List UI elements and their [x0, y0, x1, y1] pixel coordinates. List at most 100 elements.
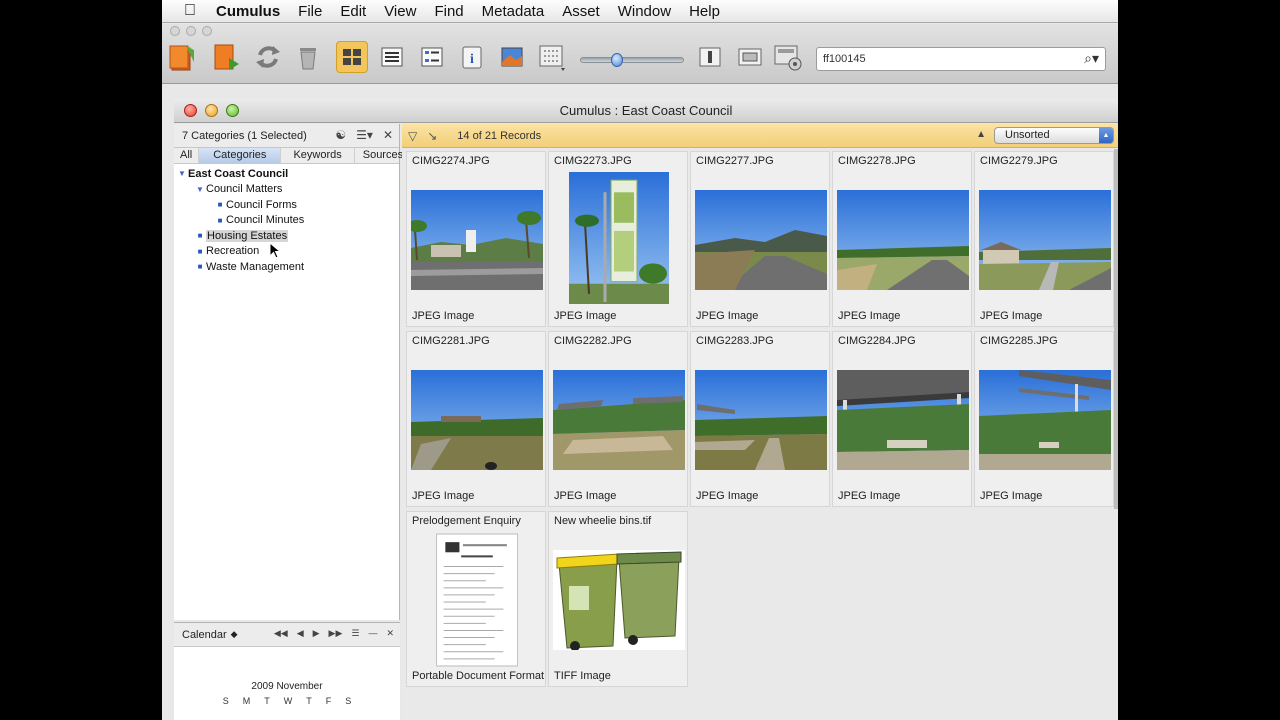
sort-direction-icon[interactable]: ▲ — [976, 129, 986, 140]
disclosure-expanded-icon[interactable]: ▼ — [194, 185, 206, 194]
asset-thumbnail[interactable]: New wheelie bins.tif TIFF Image — [548, 511, 688, 687]
asset-thumbnail-image — [553, 370, 685, 470]
close-icon[interactable] — [170, 26, 180, 36]
layout-button[interactable] — [536, 41, 568, 73]
minimize-pane-icon[interactable]: — — [368, 628, 377, 639]
calendar-dropdown-icon[interactable]: ◆ — [231, 629, 238, 640]
category-tabs: All Categories Keywords Sources — [174, 148, 403, 164]
menu-help[interactable]: Help — [689, 3, 720, 20]
tree-item-recreation[interactable]: ■ Recreation — [174, 244, 399, 260]
info-button[interactable]: i — [456, 41, 488, 73]
details-view-button[interactable] — [416, 41, 448, 73]
sync-icon — [256, 46, 280, 68]
category-menu-icon[interactable]: ☰▾ — [356, 128, 373, 142]
asset-thumbnail[interactable]: CIMG2278.JPG JPEG Image — [832, 151, 972, 327]
trash-button[interactable] — [292, 41, 324, 73]
settings-button[interactable] — [772, 41, 804, 73]
filter-icon[interactable]: ▽ — [408, 129, 417, 143]
zoom-slider[interactable] — [580, 53, 684, 67]
svg-text:i: i — [470, 52, 474, 67]
asset-name: CIMG2282.JPG — [554, 335, 632, 347]
prev-icon[interactable]: ◀ — [297, 628, 304, 639]
categories-header: 7 Categories (1 Selected) ☯ ☰▾ ✕ — [174, 124, 399, 148]
categories-count: 7 Categories (1 Selected) — [182, 129, 307, 142]
categories-pane: 7 Categories (1 Selected) ☯ ☰▾ ✕ All Cat… — [174, 124, 403, 620]
zoom-window-icon[interactable] — [226, 104, 239, 117]
first-icon[interactable]: ◀◀ — [274, 628, 288, 639]
weekday-label: T — [306, 696, 312, 706]
search-value: ff100145 — [823, 53, 866, 65]
close-calendar-icon[interactable]: ✕ — [386, 628, 394, 639]
menu-view[interactable]: View — [384, 3, 416, 20]
apple-menu-icon[interactable]:  — [180, 2, 200, 20]
asset-thumbnail[interactable]: CIMG2285.JPG JPEG Image — [974, 331, 1114, 507]
next-icon[interactable]: ▶ — [313, 628, 320, 639]
asset-thumbnail-image — [979, 370, 1111, 470]
asset-type: JPEG Image — [554, 490, 617, 502]
add-catalog-icon — [214, 44, 239, 70]
asset-thumbnail[interactable]: CIMG2282.JPG JPEG Image — [548, 331, 688, 507]
calendar-menu-icon[interactable]: ☰ — [351, 628, 359, 639]
zoom-icon[interactable] — [202, 26, 212, 36]
list-view-button[interactable] — [376, 41, 408, 73]
search-icon[interactable]: ⌕▾ — [1084, 50, 1099, 67]
thumbnail-view-button[interactable] — [336, 41, 368, 73]
asset-thumbnail[interactable]: Prelodgement Enquiry Portable Document Fo… — [406, 511, 546, 687]
scrollbar[interactable] — [1114, 149, 1118, 509]
bullet-icon: ■ — [197, 262, 203, 272]
asset-thumbnail[interactable]: CIMG2281.JPG JPEG Image — [406, 331, 546, 507]
mouse-cursor-icon — [269, 242, 282, 259]
asset-type: JPEG Image — [696, 490, 759, 502]
new-category-icon[interactable]: ☯ — [335, 128, 346, 142]
menu-bar:  Cumulus File Edit View Find Metadata A… — [162, 0, 1118, 23]
minimize-window-icon[interactable] — [205, 104, 218, 117]
asset-thumbnail-image — [695, 370, 827, 470]
asset-thumbnail[interactable]: CIMG2279.JPG JPEG Image — [974, 151, 1114, 327]
slideshow-button[interactable] — [734, 41, 766, 73]
menu-find[interactable]: Find — [434, 3, 463, 20]
sync-button[interactable] — [252, 41, 284, 73]
disclosure-expanded-icon[interactable]: ▼ — [176, 169, 188, 178]
close-pane-icon[interactable]: ✕ — [383, 128, 393, 142]
tree-item-waste-management[interactable]: ■ Waste Management — [174, 259, 399, 275]
asset-thumbnail[interactable]: CIMG2277.JPG JPEG Image — [690, 151, 830, 327]
add-catalog-button[interactable] — [210, 41, 242, 73]
window-buttons — [184, 104, 239, 117]
menu-metadata[interactable]: Metadata — [482, 3, 545, 20]
inspector-button[interactable] — [694, 41, 726, 73]
thumbnail-view-icon — [343, 49, 361, 65]
tab-all[interactable]: All — [174, 148, 200, 163]
menu-file[interactable]: File — [298, 3, 322, 20]
menu-app-cumulus[interactable]: Cumulus — [216, 3, 280, 20]
sort-select[interactable]: Unsorted ▲ — [994, 127, 1114, 144]
zoom-slider-thumb[interactable] — [611, 53, 623, 67]
list-view-icon — [381, 47, 403, 67]
asset-thumbnail[interactable]: CIMG2284.JPG JPEG Image — [832, 331, 972, 507]
last-icon[interactable]: ▶▶ — [329, 628, 343, 639]
asset-thumbnail[interactable]: CIMG2273.JPG JPEG Image — [548, 151, 688, 327]
preview-button[interactable] — [496, 41, 528, 73]
search-field[interactable]: ff100145 ⌕▾ — [816, 47, 1106, 71]
asset-thumbnail-image — [569, 172, 669, 304]
tree-item-housing-estates[interactable]: ■ Housing Estates — [174, 228, 399, 244]
add-assets-button[interactable] — [166, 41, 198, 73]
weekday-label: T — [264, 696, 270, 706]
tree-item-council-minutes[interactable]: ■ Council Minutes — [174, 213, 399, 229]
asset-gallery: CIMG2274.JPG JPEG Image CIMG2273.JPG JPEG I… — [402, 149, 1118, 720]
bullet-icon: ■ — [217, 200, 223, 210]
tab-categories[interactable]: Categories — [199, 148, 282, 163]
hierarchy-icon[interactable]: ↘ — [427, 129, 437, 143]
asset-thumbnail[interactable]: CIMG2274.JPG JPEG Image — [406, 151, 546, 327]
tree-item-council-matters[interactable]: ▼ Council Matters — [174, 182, 399, 198]
tab-keywords[interactable]: Keywords — [281, 148, 355, 163]
menu-asset[interactable]: Asset — [562, 3, 600, 20]
preview-icon — [501, 47, 523, 67]
calendar-month: 2009 November — [251, 681, 323, 692]
minimize-icon[interactable] — [186, 26, 196, 36]
menu-window[interactable]: Window — [618, 3, 671, 20]
close-window-icon[interactable] — [184, 104, 197, 117]
tree-item-east-coast-council[interactable]: ▼ East Coast Council — [174, 166, 399, 182]
tree-item-council-forms[interactable]: ■ Council Forms — [174, 197, 399, 213]
asset-thumbnail[interactable]: CIMG2283.JPG JPEG Image — [690, 331, 830, 507]
menu-edit[interactable]: Edit — [340, 3, 366, 20]
